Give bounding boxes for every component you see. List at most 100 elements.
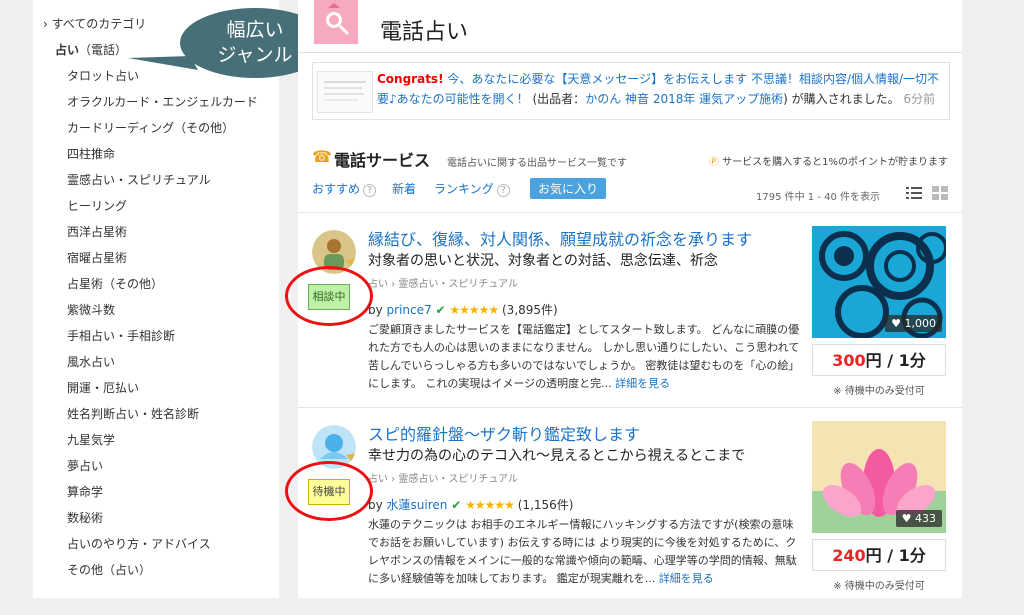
result-count: 1795 件中 1 - 40 件を表示: [756, 192, 881, 203]
like-count-value: 1,000: [904, 317, 937, 330]
sidebar-item[interactable]: 紫微斗数: [67, 303, 115, 317]
price-unit: 円 / 1分: [865, 546, 926, 565]
review-count: (1,156件): [517, 498, 574, 512]
notice-thumbnail[interactable]: [317, 71, 373, 113]
notice-seller-prefix: (出品者：: [532, 92, 586, 106]
sidebar-item[interactable]: 宿曜占星術: [67, 251, 127, 265]
sidebar-item[interactable]: 開運・厄払い: [67, 381, 139, 395]
notice-text: Congrats! 今、あなたに必要な【天意メッセージ】をお伝えします 不思議！…: [377, 69, 943, 109]
sidebar-item[interactable]: 手相占い・手相診断: [67, 329, 175, 343]
list-divider: [298, 212, 962, 213]
price-box: 300円 / 1分: [812, 344, 946, 376]
seller-name-link[interactable]: prince7: [387, 303, 432, 317]
tab-label: おすすめ: [312, 182, 361, 196]
sidebar-item[interactable]: 占星術（その他）: [67, 277, 163, 291]
detail-link[interactable]: 詳細を見る: [615, 377, 670, 390]
heart-icon: ♥: [891, 317, 901, 330]
rating-stars: ★★★★★: [449, 303, 499, 317]
listing-description: ご愛顧頂きましたサービスを【電話鑑定】としてスタート致します。 どんなに頑膜の優…: [368, 321, 804, 393]
tab-recommended[interactable]: おすすめ?: [312, 180, 377, 197]
sidebar-item[interactable]: 九星気学: [67, 433, 115, 447]
subcategory-link[interactable]: 霊感占い・スピリチュアル: [398, 474, 518, 485]
service-listing: スピ的羅針盤～ザク斬り鑑定致します 幸せ力の為の心のテコ入れ～見えるとこから視え…: [285, 421, 962, 615]
highlight-circle: [285, 461, 373, 521]
list-view-icon[interactable]: [906, 186, 922, 200]
notice-seller-link[interactable]: かのん 神音 2018年 運気アップ施術: [585, 92, 783, 106]
price-box: 240円 / 1分: [812, 539, 946, 571]
listing-seller: by prince7 ✔ ★★★★★ (3,895件): [368, 301, 558, 318]
highlight-circle: [285, 266, 373, 326]
notice-time: 6分前: [903, 92, 936, 106]
tab-favorites[interactable]: お気に入り: [530, 178, 607, 199]
sidebar-root-label: すべてのカテゴリ: [51, 17, 147, 31]
service-heading: 電話サービス: [334, 151, 431, 170]
tab-label: ランキング: [434, 182, 494, 196]
current-category-sub: （電話）: [79, 43, 128, 57]
like-count-value: 433: [915, 512, 936, 525]
listing-description: 水蓮のテクニックは お相手のエネルギー情報にハッキングする方法ですが(検索の意味…: [368, 516, 804, 588]
listing-subtitle: 幸せ力の為の心のテコ入れ～見えるとこから視えるとこまで: [368, 448, 746, 464]
listing-category: 占い › 霊感占い・スピリチュアル: [368, 279, 519, 290]
help-icon[interactable]: ?: [496, 184, 510, 197]
phone-icon: ☎: [312, 147, 332, 166]
listing-title[interactable]: スピ的羅針盤～ザク斬り鑑定致します: [368, 421, 640, 445]
header-divider: [298, 52, 962, 53]
verified-check-icon: ✔: [435, 303, 446, 317]
price-value: 300: [832, 351, 866, 370]
page-title: 電話占い: [380, 20, 469, 45]
service-listing: 縁結び、復縁、対人関係、願望成就の祈念を承ります 対象者の思いと状況、対象者との…: [285, 226, 962, 420]
fortune-header-icon: [314, 0, 358, 44]
purchase-notice: Congrats! 今、あなたに必要な【天意メッセージ】をお伝えします 不思議！…: [312, 62, 950, 120]
points-text: サービスを購入すると1%のポイントが貯まります: [722, 157, 948, 168]
price-value: 240: [832, 546, 866, 565]
sidebar-item[interactable]: 西洋占星術: [67, 225, 127, 239]
point-icon: Ⓟ: [708, 157, 719, 168]
help-icon[interactable]: ?: [363, 184, 377, 197]
service-image[interactable]: ♥ 1,000: [812, 226, 948, 339]
heart-icon: ♥: [901, 512, 912, 525]
service-description: 電話占いに関する出品サービス一覧です: [447, 158, 627, 169]
sidebar-item[interactable]: 四柱推命: [67, 147, 115, 161]
category-sidebar: › すべてのカテゴリ 占い（電話） タロット占い オラクルカード・エンジェルカー…: [33, 0, 279, 598]
service-image[interactable]: ♥ 433: [812, 421, 946, 533]
sidebar-item[interactable]: 占いのやり方・アドバイス: [67, 537, 211, 551]
like-count[interactable]: ♥ 433: [895, 510, 942, 527]
tab-ranking[interactable]: ランキング?: [434, 180, 510, 197]
sidebar-item[interactable]: その他（占い）: [67, 563, 151, 577]
by-label: by: [368, 498, 383, 512]
description-text: ご愛顧頂きましたサービスを【電話鑑定】としてスタート致します。 どんなに頑膜の優…: [368, 323, 800, 390]
sidebar-root-link[interactable]: › すべてのカテゴリ: [43, 17, 146, 31]
detail-link[interactable]: 詳細を見る: [659, 572, 714, 585]
grid-view-icon[interactable]: [932, 186, 948, 200]
sidebar-item[interactable]: 霊感占い・スピリチュアル: [67, 173, 211, 187]
listing-category: 占い › 霊感占い・スピリチュアル: [368, 474, 519, 485]
like-count[interactable]: ♥ 1,000: [885, 315, 942, 332]
list-divider: [298, 407, 962, 408]
sidebar-item[interactable]: オラクルカード・エンジェルカード: [67, 95, 258, 109]
by-label: by: [368, 303, 383, 317]
sidebar-item[interactable]: カードリーディング（その他）: [67, 121, 234, 135]
subcategory-link[interactable]: 霊感占い・スピリチュアル: [398, 279, 518, 290]
listing-title[interactable]: 縁結び、復縁、対人関係、願望成就の祈念を承ります: [368, 226, 752, 250]
main-content: 電話占い Congrats! 今、あなたに必要な【天意メッセージ】をお伝えします…: [285, 0, 962, 598]
availability-note: ※ 待機中のみ受付可: [833, 386, 925, 397]
sidebar-item[interactable]: 数秘術: [67, 511, 103, 525]
congrats-label: Congrats!: [377, 72, 444, 86]
current-category-label: 占い: [55, 43, 80, 57]
sidebar-item[interactable]: 風水占い: [67, 355, 115, 369]
listing-subtitle: 対象者の思いと状況、対象者との対話、思念伝達、祈念: [368, 253, 718, 269]
description-text: 水蓮のテクニックは お相手のエネルギー情報にハッキングする方法ですが(検索の意味…: [368, 518, 797, 585]
verified-check-icon: ✔: [451, 498, 462, 512]
listing-seller: by 水蓮suiren ✔ ★★★★★ (1,156件): [368, 496, 573, 513]
rating-stars: ★★★★★: [465, 498, 515, 512]
sidebar-current-category[interactable]: 占い（電話）: [55, 43, 127, 57]
notice-suffix: ) が購入されました。: [783, 92, 900, 106]
tab-new[interactable]: 新着: [392, 180, 416, 197]
review-count: (3,895件): [502, 303, 558, 317]
sidebar-item[interactable]: 算命学: [67, 485, 103, 499]
sidebar-item[interactable]: ヒーリング: [67, 199, 127, 213]
points-notice: Ⓟ サービスを購入すると1%のポイントが貯まります: [709, 153, 948, 168]
sidebar-item[interactable]: 姓名判断占い・姓名診断: [67, 407, 199, 421]
seller-name-link[interactable]: 水蓮suiren: [387, 498, 448, 512]
sidebar-item[interactable]: 夢占い: [67, 459, 103, 473]
